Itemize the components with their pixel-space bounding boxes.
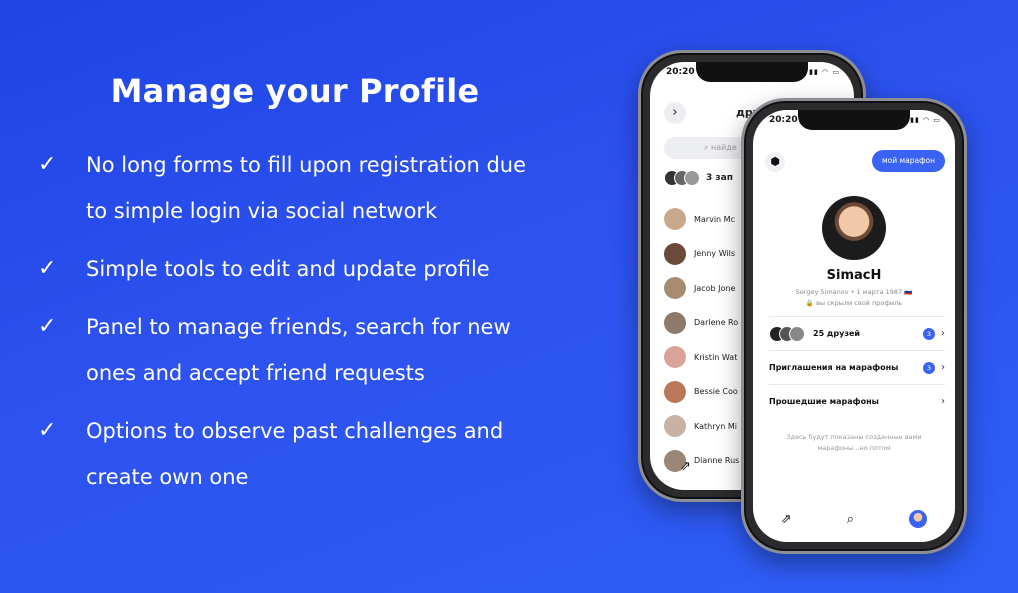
profile-avatar[interactable] xyxy=(822,196,886,260)
friend-name: Bessie Coo xyxy=(694,387,738,397)
chevron-right-icon[interactable]: › xyxy=(664,102,686,124)
status-icons: ▮▮ ◠ ▭ xyxy=(910,116,941,124)
profile-tab-avatar[interactable] xyxy=(909,510,928,528)
feature-text: Simple tools to edit and update profile xyxy=(86,246,490,292)
my-marathon-button[interactable]: мой марафон xyxy=(871,150,945,172)
friend-avatar xyxy=(664,208,686,231)
count-badge: 3 xyxy=(923,327,935,340)
phone-notch xyxy=(798,110,910,130)
check-icon: ✓ xyxy=(38,256,57,281)
friends-row[interactable]: 25 друзей 3 › xyxy=(769,316,945,350)
feature-line: No long forms to fill upon registration … xyxy=(86,153,527,177)
friend-name: Kathryn Mi xyxy=(694,421,737,431)
friend-avatar xyxy=(664,311,686,334)
feature-text: No long forms to fill upon registration … xyxy=(86,142,526,234)
chevron-right-icon: › xyxy=(941,396,945,407)
friend-requests-row[interactable]: 3 зап xyxy=(664,170,733,186)
feature-line: Panel to manage friends, search for new xyxy=(86,315,511,339)
friend-name: Darlene Ro xyxy=(694,318,739,328)
privacy-status: 🔒 вы скрыли свой профиль xyxy=(805,299,903,307)
past-marathons-label: Прошедшие марафоны xyxy=(769,397,879,406)
invites-label: Приглашения на марафоны xyxy=(769,363,899,372)
tab-bar: ⇗ ⌕ xyxy=(753,510,955,528)
share-icon[interactable]: ⇗ xyxy=(680,459,691,474)
feature-line: create own one xyxy=(86,465,249,489)
chevron-right-icon: › xyxy=(941,328,945,339)
search-placeholder: найде xyxy=(711,143,737,152)
status-time: 20:20 xyxy=(666,67,695,77)
phone-notch xyxy=(696,62,808,82)
feature-item: ✓ Simple tools to edit and update profil… xyxy=(38,252,578,292)
feature-item: ✓ Options to observe past challenges and… xyxy=(38,414,578,500)
check-icon: ✓ xyxy=(38,314,57,339)
feature-line: to simple login via social network xyxy=(86,199,438,223)
feature-item: ✓ Panel to manage friends, search for ne… xyxy=(38,310,578,396)
slide-title: Manage your Profile xyxy=(110,72,480,110)
share-icon[interactable]: ⇗ xyxy=(781,512,792,527)
friend-avatar xyxy=(664,380,686,403)
feature-line: Options to observe past challenges and xyxy=(86,419,504,443)
friend-name: Dianne Rus xyxy=(694,456,740,466)
friend-name: Kristin Wat xyxy=(694,352,738,362)
friend-avatar xyxy=(664,415,686,438)
feature-line: ones and accept friend requests xyxy=(86,361,425,385)
settings-icon[interactable]: ⬢ xyxy=(765,152,785,172)
friend-avatar xyxy=(664,277,686,300)
status-time: 20:20 xyxy=(769,115,798,125)
count-badge: 3 xyxy=(923,361,935,374)
chevron-right-icon: › xyxy=(941,362,945,373)
invites-row[interactable]: Приглашения на марафоны 3 › xyxy=(769,350,945,384)
search-icon[interactable]: ⌕ xyxy=(847,512,854,527)
friend-name: Jenny Wils xyxy=(694,249,736,259)
phone-profile-screen: 20:20 ▮▮ ◠ ▭ ⬢ мой марафон SimacH Sergey… xyxy=(741,98,967,554)
avatar xyxy=(684,170,700,186)
friend-avatar xyxy=(664,346,686,369)
profile-subline: Sergey Simanov • 1 марта 1987 🇷🇺 xyxy=(795,288,913,296)
friends-count-label: 25 друзей xyxy=(813,329,860,338)
feature-text: Options to observe past challenges and c… xyxy=(86,408,503,500)
profile-nickname: SimacH xyxy=(826,268,882,283)
feature-item: ✓ No long forms to fill upon registratio… xyxy=(38,148,578,234)
profile-menu: 25 друзей 3 › Приглашения на марафоны 3 … xyxy=(769,316,945,418)
past-marathons-row[interactable]: Прошедшие марафоны › xyxy=(769,384,945,418)
requests-label: 3 зап xyxy=(706,173,733,183)
check-icon: ✓ xyxy=(38,152,57,177)
feature-line: Simple tools to edit and update profile xyxy=(86,257,490,281)
friend-avatar xyxy=(664,242,686,265)
search-icon: ⌕ xyxy=(704,143,712,152)
feature-list: ✓ No long forms to fill upon registratio… xyxy=(38,148,578,518)
friend-name: Marvin Mc xyxy=(694,214,735,224)
empty-state-note: Здесь будут показаны созданные вами мара… xyxy=(786,433,922,452)
profile-screen: 20:20 ▮▮ ◠ ▭ ⬢ мой марафон SimacH Sergey… xyxy=(753,110,955,542)
feature-text: Panel to manage friends, search for new … xyxy=(86,304,511,396)
friend-name: Jacob Jone xyxy=(694,283,736,293)
status-icons: ▮▮ ◠ ▭ xyxy=(809,68,840,76)
check-icon: ✓ xyxy=(38,418,57,443)
friends-avatars xyxy=(769,325,805,342)
avatar xyxy=(789,325,805,342)
